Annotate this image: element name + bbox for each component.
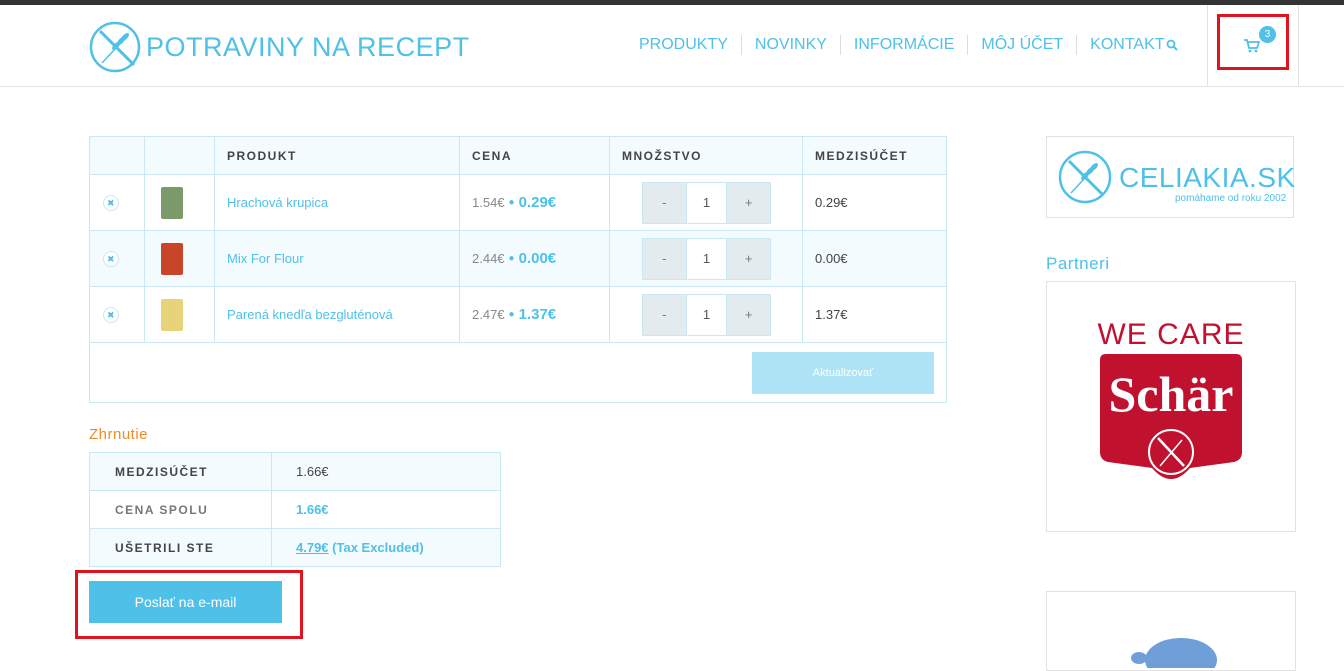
- old-price: 2.47€: [472, 307, 505, 322]
- cart-actions-row: Aktualizovať: [89, 342, 947, 403]
- quantity-input[interactable]: 1: [685, 182, 728, 223]
- nav-item-novinky[interactable]: NOVINKY: [742, 35, 841, 55]
- wheat-cross-logo-icon: [89, 21, 141, 73]
- header-quantity: MNOŽSTVO: [609, 136, 803, 175]
- price-separator-dot: ●: [508, 253, 515, 264]
- quantity-stepper: -1 +: [642, 181, 771, 224]
- nav-item-informacie[interactable]: INFORMÁCIE: [841, 35, 969, 55]
- celiakia-banner[interactable]: CELIAKIA.SK pomáhame od roku 2002: [1046, 136, 1296, 218]
- remove-item-icon[interactable]: [103, 250, 119, 267]
- quantity-decrease-button[interactable]: -: [643, 182, 686, 223]
- partners-title: Partneri: [1046, 254, 1110, 273]
- site-header: POTRAVINY NA RECEPT PRODUKTY NOVINKY INF…: [0, 5, 1344, 87]
- schar-brand-name: Schär: [1108, 366, 1234, 422]
- quantity-cell: -1 +: [609, 230, 803, 287]
- price-separator-dot: ●: [508, 309, 515, 320]
- quantity-input[interactable]: 1: [685, 238, 728, 279]
- saved-amount-link[interactable]: 4.79€: [296, 540, 329, 555]
- header-product: PRODUKT: [214, 136, 460, 175]
- wheat-cross-logo-icon: [1058, 150, 1112, 204]
- quantity-increase-button[interactable]: +: [727, 238, 770, 279]
- quantity-input[interactable]: 1: [685, 294, 728, 335]
- nav-item-kontakt[interactable]: KONTAKT: [1077, 35, 1177, 55]
- price-cell: 2.47€ ● 1.37€: [459, 286, 610, 343]
- product-thumbnail[interactable]: [161, 242, 183, 275]
- celiakia-tagline: pomáhame od roku 2002: [1175, 193, 1287, 204]
- product-name-link[interactable]: Mix For Flour: [214, 230, 460, 287]
- table-row: Parená knedľa bezgluténová 2.47€●1.37€ -…: [89, 286, 947, 343]
- price-separator-dot: ●: [508, 197, 515, 208]
- summary-table: MEDZISÚČET 1.66€ CENA SPOLU 1.66€ UŠETRI…: [89, 452, 501, 567]
- update-cart-button[interactable]: Aktualizovať: [752, 351, 934, 394]
- highlight-box-email: [75, 570, 303, 639]
- partner-banner[interactable]: [1046, 591, 1296, 671]
- table-row: Mix For Flour 2.44€●0.00€ -1+ 0.00€: [89, 230, 947, 287]
- summary-row-subtotal: MEDZISÚČET 1.66€: [89, 452, 501, 491]
- celiakia-logo-text: CELIAKIA.SK: [1119, 162, 1296, 193]
- quantity-cell: -1 +: [609, 286, 803, 343]
- summary-saved-label: UŠETRILI STE: [89, 528, 272, 567]
- cart-table-header: PRODUKT CENA MNOŽSTVO MEDZISÚČET: [89, 136, 947, 175]
- saved-tax-note: (Tax Excluded): [328, 540, 424, 555]
- quantity-cell: -1 +: [609, 174, 803, 231]
- summary-row-saved: UŠETRILI STE 4.79€ (Tax Excluded): [89, 528, 501, 567]
- header-subtotal: MEDZISÚČET: [802, 136, 947, 175]
- schar-partner-banner[interactable]: WE CARE Schär: [1046, 281, 1296, 532]
- price-cell: 1.54€ ● 0.29€: [459, 174, 610, 231]
- summary-title: Zhrnutie: [89, 426, 149, 443]
- remove-item-icon[interactable]: [103, 194, 119, 211]
- new-price: 0.00€: [518, 250, 557, 267]
- search-icon[interactable]: [1166, 39, 1178, 51]
- logo-text: POTRAVINY NA RECEPT: [146, 31, 470, 62]
- row-subtotal: 1.37€: [802, 286, 947, 343]
- product-thumbnail[interactable]: [161, 298, 183, 331]
- quantity-increase-button[interactable]: +: [727, 294, 770, 335]
- table-row: Hrachová krupica 1.54€●0.29€ -1+ 0.29€: [89, 174, 947, 231]
- remove-item-icon[interactable]: [103, 306, 119, 323]
- header-price: CENA: [459, 136, 610, 175]
- product-name-link[interactable]: Hrachová krupica: [214, 174, 460, 231]
- summary-total-label: CENA SPOLU: [89, 490, 272, 529]
- product-thumbnail[interactable]: [161, 186, 183, 219]
- old-price: 1.54€: [472, 195, 505, 210]
- new-price: 0.29€: [518, 194, 557, 211]
- partner-logo-icon: [1131, 638, 1217, 668]
- highlight-box-cart: [1217, 14, 1289, 70]
- summary-saved-value: 4.79€ (Tax Excluded): [271, 528, 501, 567]
- nav-item-produkty[interactable]: PRODUKTY: [626, 35, 742, 55]
- quantity-stepper: -1 +: [642, 293, 771, 336]
- schar-tagline: WE CARE: [1097, 318, 1245, 351]
- price-cell: 2.44€ ● 0.00€: [459, 230, 610, 287]
- product-name-link[interactable]: Parená knedľa bezgluténová: [214, 286, 460, 343]
- quantity-decrease-button[interactable]: -: [643, 238, 686, 279]
- nav-item-moj-ucet[interactable]: MÔJ ÚČET: [968, 35, 1078, 55]
- quantity-stepper: -1 +: [642, 237, 771, 280]
- row-subtotal: 0.00€: [802, 230, 947, 287]
- summary-total-value: 1.66€: [271, 490, 501, 529]
- quantity-decrease-button[interactable]: -: [643, 294, 686, 335]
- cart-table: PRODUKT CENA MNOŽSTVO MEDZISÚČET Hrachov…: [89, 136, 947, 403]
- old-price: 2.44€: [472, 251, 505, 266]
- summary-subtotal-value: 1.66€: [271, 452, 501, 491]
- row-subtotal: 0.29€: [802, 174, 947, 231]
- header-remove: [89, 136, 145, 175]
- quantity-increase-button[interactable]: +: [727, 182, 770, 223]
- summary-row-total: CENA SPOLU 1.66€: [89, 490, 501, 529]
- new-price: 1.37€: [518, 306, 557, 323]
- summary-subtotal-label: MEDZISÚČET: [89, 452, 272, 491]
- header-thumbnail: [144, 136, 215, 175]
- site-logo[interactable]: POTRAVINY NA RECEPT: [88, 19, 470, 75]
- main-nav: PRODUKTY NOVINKY INFORMÁCIE MÔJ ÚČET KON…: [626, 35, 1178, 55]
